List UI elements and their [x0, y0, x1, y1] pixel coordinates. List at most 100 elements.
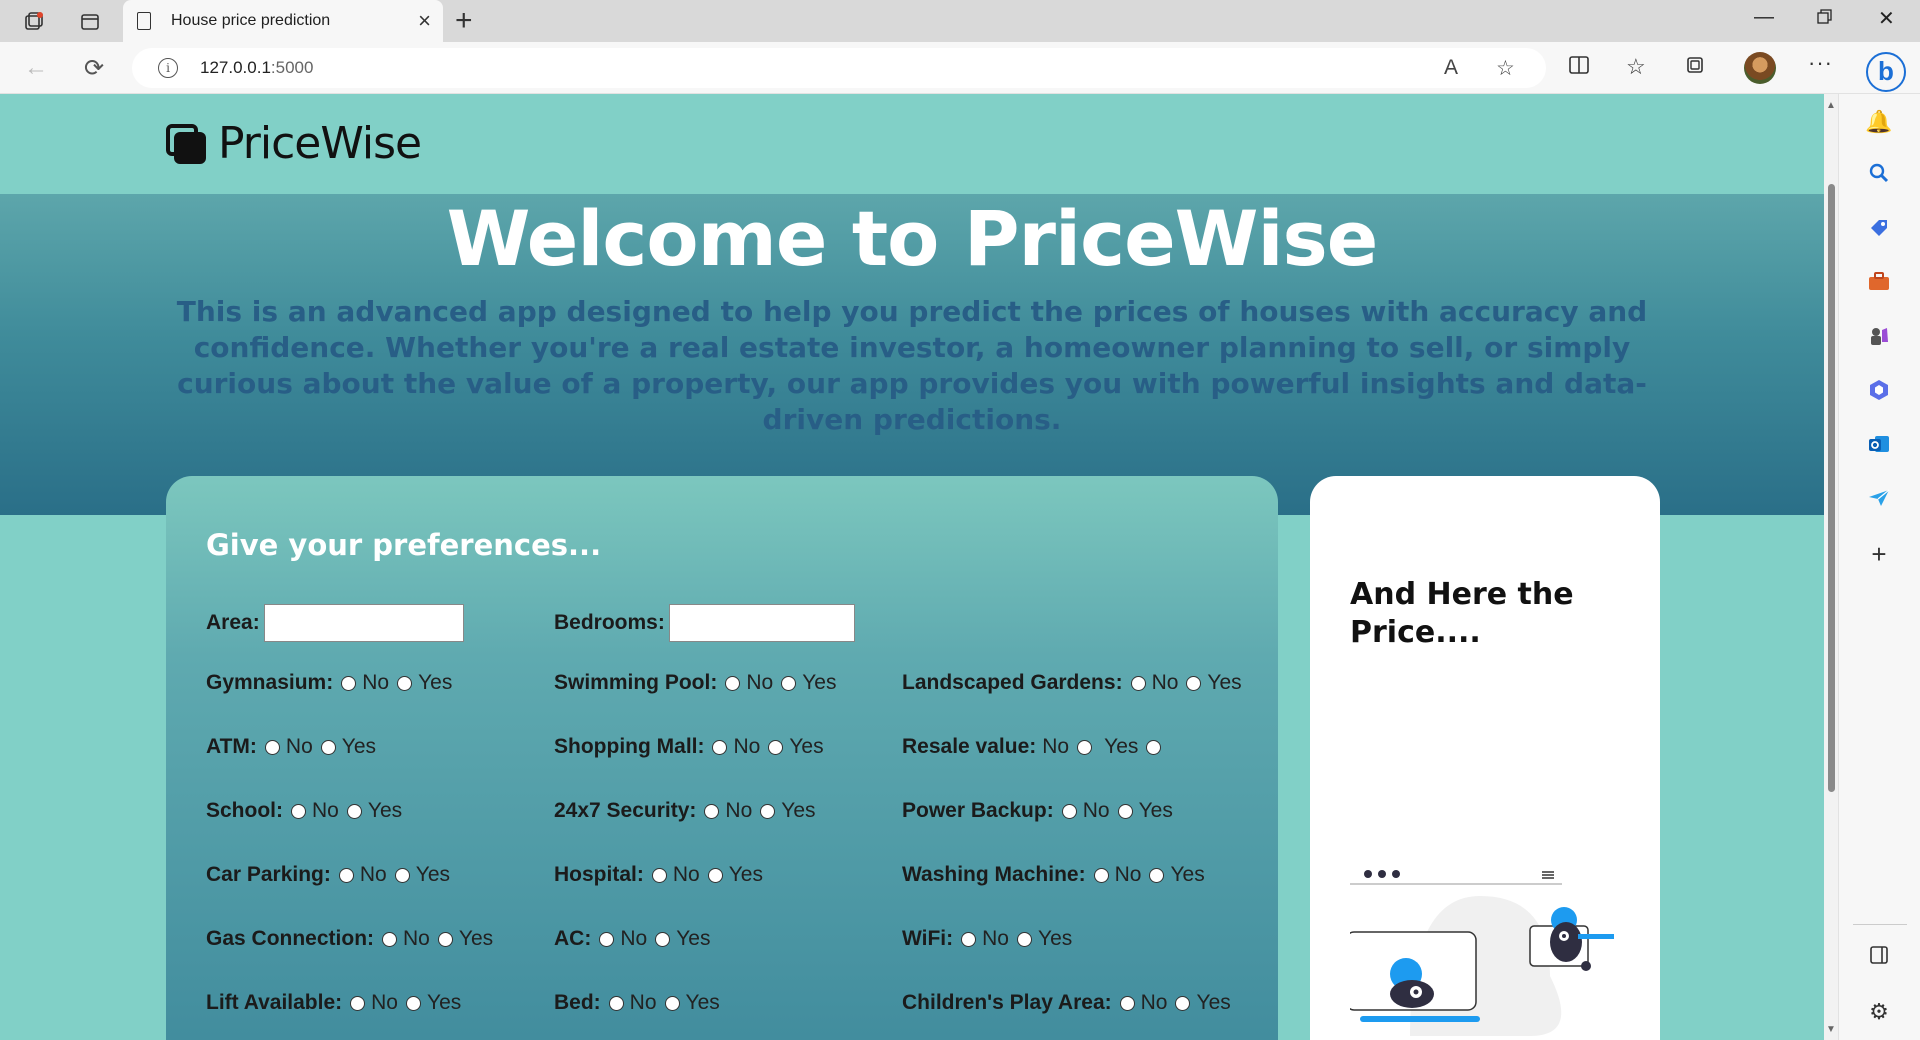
refresh-icon[interactable]: ⟳	[84, 54, 104, 83]
school-yes-option-label: Yes	[367, 799, 403, 822]
gas-connection-no-radio[interactable]	[382, 931, 398, 947]
minimize-icon[interactable]: —	[1754, 6, 1774, 29]
washing-machine-yes-radio[interactable]	[1149, 867, 1165, 883]
read-aloud-icon[interactable]: A	[1444, 56, 1458, 80]
hospital-yes-radio[interactable]	[707, 867, 723, 883]
notifications-bell-icon[interactable]: 🔔	[1865, 108, 1893, 136]
car-parking-label: Car Parking:	[206, 863, 331, 886]
more-options-icon[interactable]: ···	[1808, 50, 1833, 76]
area-field: Area:	[206, 604, 464, 642]
atm-yes-radio[interactable]	[320, 739, 336, 755]
ac-yes-radio[interactable]	[655, 931, 671, 947]
atm-label: ATM:	[206, 735, 257, 758]
edge-sidebar: 🔔 + ⚙	[1838, 94, 1920, 1040]
power-backup-no-radio[interactable]	[1061, 803, 1077, 819]
bed-yes-radio[interactable]	[664, 995, 680, 1011]
price-result-card: And Here the Price....	[1310, 476, 1660, 1040]
collections-icon[interactable]	[1684, 54, 1706, 82]
landscaped-gardens-no-radio[interactable]	[1130, 675, 1146, 691]
gymnasium-no-radio[interactable]	[341, 675, 357, 691]
swimming-pool-no-option-label: No	[746, 671, 774, 694]
children-s-play-area-label: Children's Play Area:	[902, 991, 1112, 1014]
shopping-mall-yes-option-label: Yes	[789, 735, 824, 758]
swimming-pool-field: Swimming Pool: No Yes	[554, 671, 836, 695]
send-drop-icon[interactable]	[1865, 486, 1893, 514]
wifi-yes-radio[interactable]	[1017, 931, 1032, 947]
tools-briefcase-icon[interactable]	[1865, 270, 1893, 298]
new-tab-icon[interactable]: +	[455, 4, 473, 38]
resale-value-yes-radio[interactable]	[1146, 739, 1162, 755]
school-label: School:	[206, 799, 283, 822]
favorite-star-icon[interactable]: ☆	[1496, 56, 1515, 81]
school-yes-radio[interactable]	[346, 803, 362, 819]
atm-yes-option-label: Yes	[341, 735, 377, 758]
settings-gear-icon[interactable]: ⚙	[1865, 998, 1893, 1026]
bedrooms-label: Bedrooms:	[554, 611, 665, 634]
wifi-no-radio[interactable]	[961, 931, 977, 947]
children-s-play-area-no-option-label: No	[1140, 991, 1168, 1014]
hospital-no-option-label: No	[672, 863, 700, 886]
children-s-play-area-no-radio[interactable]	[1119, 995, 1135, 1011]
swimming-pool-no-radio[interactable]	[725, 675, 741, 691]
search-icon[interactable]	[1865, 162, 1893, 190]
power-backup-no-option-label: No	[1082, 799, 1110, 822]
gymnasium-yes-option-label: Yes	[418, 671, 453, 694]
split-screen-icon[interactable]	[1568, 54, 1590, 82]
24x7-security-no-radio[interactable]	[704, 803, 720, 819]
area-input[interactable]	[263, 604, 464, 642]
school-no-radio[interactable]	[291, 803, 306, 819]
sidebar-layout-icon[interactable]	[1865, 944, 1893, 972]
bedrooms-input[interactable]	[668, 604, 855, 642]
car-parking-no-radio[interactable]	[338, 867, 354, 883]
close-window-icon[interactable]: ✕	[1878, 6, 1895, 31]
back-icon[interactable]: ←	[24, 54, 48, 82]
ac-no-option-label: No	[620, 927, 648, 950]
logo-text[interactable]: PriceWise	[218, 118, 422, 169]
swimming-pool-label: Swimming Pool:	[554, 671, 718, 694]
hero-subtitle: This is an advanced app designed to help…	[176, 295, 1648, 436]
page-icon	[137, 12, 151, 30]
games-icon[interactable]	[1865, 324, 1893, 352]
restore-icon[interactable]	[1816, 8, 1834, 32]
scroll-up-icon[interactable]: ▲	[1826, 100, 1836, 111]
power-backup-yes-radio[interactable]	[1117, 803, 1133, 819]
bing-copilot-icon[interactable]: b	[1866, 52, 1906, 92]
url-text[interactable]: 127.0.0.1:5000	[200, 58, 313, 78]
hospital-no-radio[interactable]	[651, 867, 667, 883]
site-info-icon[interactable]: i	[158, 58, 178, 78]
tab-house-price-prediction[interactable]: House price prediction ×	[123, 0, 443, 42]
lift-available-yes-radio[interactable]	[406, 995, 421, 1011]
gymnasium-yes-radio[interactable]	[397, 675, 413, 691]
landscaped-gardens-yes-radio[interactable]	[1186, 675, 1202, 691]
workspaces-icon[interactable]	[22, 10, 46, 34]
car-parking-yes-radio[interactable]	[394, 867, 410, 883]
resale-value-no-radio[interactable]	[1077, 739, 1093, 755]
add-sidebar-app-icon[interactable]: +	[1865, 540, 1893, 568]
24x7-security-yes-radio[interactable]	[760, 803, 776, 819]
price-title: And Here the Price....	[1350, 577, 1574, 650]
swimming-pool-yes-radio[interactable]	[781, 675, 797, 691]
washing-machine-no-radio[interactable]	[1093, 867, 1109, 883]
scroll-down-icon[interactable]: ▼	[1826, 1024, 1836, 1035]
resale-value-yes-option-label: Yes	[1104, 735, 1139, 758]
tab-title: House price prediction	[171, 12, 331, 29]
lift-available-no-radio[interactable]	[350, 995, 366, 1011]
children-s-play-area-yes-radio[interactable]	[1175, 995, 1191, 1011]
favorites-icon[interactable]: ☆	[1626, 54, 1646, 80]
shopping-mall-no-radio[interactable]	[712, 739, 728, 755]
gas-connection-yes-radio[interactable]	[437, 931, 453, 947]
shopping-mall-yes-radio[interactable]	[768, 739, 784, 755]
shopping-tag-icon[interactable]	[1865, 216, 1893, 244]
profile-avatar[interactable]	[1744, 52, 1776, 84]
bed-no-radio[interactable]	[608, 995, 624, 1011]
landscaped-gardens-yes-option-label: Yes	[1207, 671, 1242, 694]
tab-actions-icon[interactable]	[78, 10, 102, 34]
microsoft-365-icon[interactable]	[1865, 378, 1893, 406]
scroll-thumb[interactable]	[1828, 184, 1835, 792]
atm-no-radio[interactable]	[264, 739, 280, 755]
outlook-icon[interactable]	[1865, 432, 1893, 460]
close-tab-icon[interactable]: ×	[418, 8, 431, 34]
address-bar[interactable]: i 127.0.0.1:5000 A ☆	[132, 48, 1546, 88]
vertical-scrollbar[interactable]: ▲ ▼	[1824, 94, 1838, 1040]
ac-no-radio[interactable]	[599, 931, 615, 947]
